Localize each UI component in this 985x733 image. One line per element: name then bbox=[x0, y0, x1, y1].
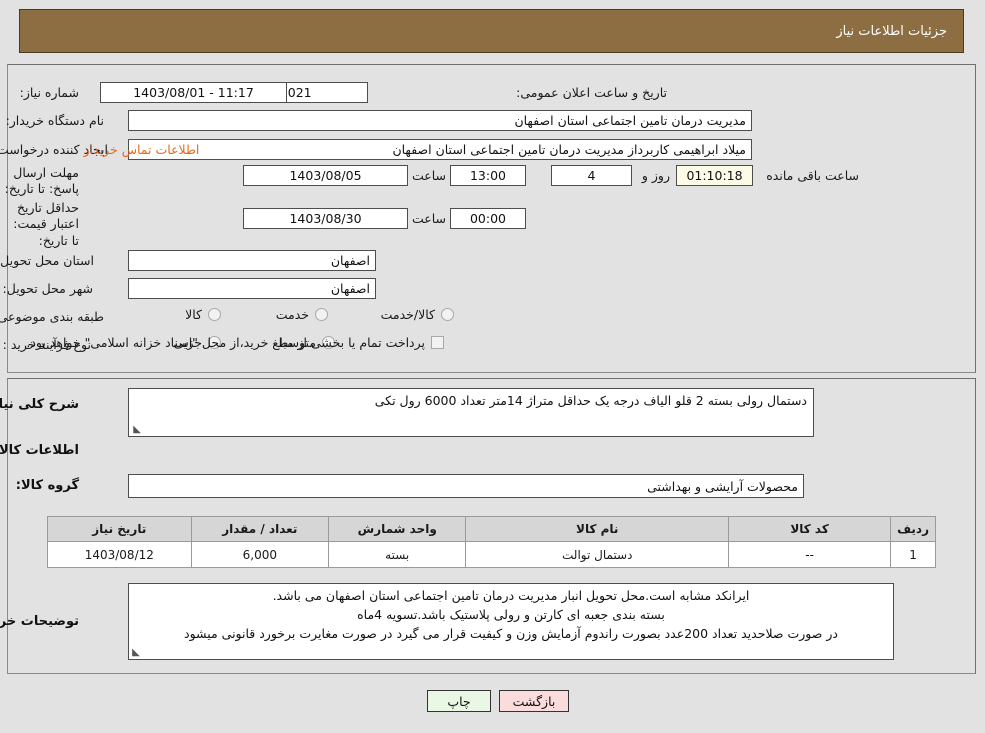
need-number-label: شماره نیاز: bbox=[20, 85, 80, 100]
col-qty: تعداد / مقدار bbox=[191, 516, 331, 542]
buyer-notes-textarea[interactable]: ایرانکد مشابه است.محل تحویل انبار مدیریت… bbox=[129, 583, 895, 660]
category-option-service[interactable]: خدمت bbox=[277, 307, 329, 322]
cell-name: دستمال توالت bbox=[466, 541, 731, 568]
deadline-hour-label: ساعت bbox=[412, 168, 447, 183]
col-code: کد کالا bbox=[729, 516, 893, 542]
deadline-time-field[interactable]: 13:00 bbox=[451, 165, 527, 186]
price-validity-date-field[interactable]: 1403/08/30 bbox=[244, 208, 409, 229]
deadline-label: مهلت ارسال پاسخ: تا تاریخ: bbox=[5, 165, 80, 197]
notes-line-1: ایرانکد مشابه است.محل تحویل انبار مدیریت… bbox=[273, 588, 751, 603]
group-field[interactable]: محصولات آرایشی و بهداشتی bbox=[129, 474, 805, 498]
province-label: استان محل تحویل: bbox=[0, 253, 95, 268]
remaining-suffix-label: ساعت باقی مانده bbox=[767, 168, 860, 183]
cell-qty: 6,000 bbox=[191, 541, 331, 568]
requester-field[interactable]: میلاد ابراهیمی کاربرداز مدیریت درمان تام… bbox=[129, 139, 753, 160]
province-field[interactable]: اصفهان bbox=[129, 250, 377, 271]
description-text: دستمال رولی بسته 2 قلو الیاف درجه یک حدا… bbox=[375, 393, 808, 408]
group-label: گروه کالا: bbox=[16, 478, 80, 493]
description-textarea[interactable]: دستمال رولی بسته 2 قلو الیاف درجه یک حدا… bbox=[129, 388, 815, 437]
category-option-goods-service-label: کالا/خدمت bbox=[381, 307, 436, 322]
deadline-date-field[interactable]: 1403/08/05 bbox=[244, 165, 409, 186]
buyer-org-label: نام دستگاه خریدار: bbox=[6, 113, 105, 128]
col-date: تاریخ نیاز bbox=[48, 516, 193, 542]
col-name: نام کالا bbox=[466, 516, 731, 542]
category-option-goods[interactable]: کالا bbox=[186, 307, 222, 322]
price-validity-time-field[interactable]: 00:00 bbox=[451, 208, 527, 229]
items-table: ردیف کد کالا نام کالا واحد شمارش تعداد /… bbox=[48, 516, 937, 568]
remaining-time-field: 01:10:18 bbox=[677, 165, 754, 186]
city-field[interactable]: اصفهان bbox=[129, 278, 377, 299]
items-section-title: اطلاعات کالاهای مورد نیاز bbox=[0, 443, 80, 458]
price-validity-label: حداقل تاریخ اعتبار قیمت: تا تاریخ: bbox=[14, 200, 80, 248]
treasury-checkbox-option[interactable]: پرداخت تمام یا بخشی از مبلغ خرید،از محل … bbox=[27, 335, 445, 350]
treasury-note-label: پرداخت تمام یا بخشی از مبلغ خرید،از محل … bbox=[27, 335, 426, 350]
cell-code: -- bbox=[729, 541, 893, 568]
cell-unit: بسته bbox=[328, 541, 468, 568]
radio-icon[interactable] bbox=[209, 308, 222, 321]
buyer-contact-link[interactable]: اطلاعات تماس خریدار bbox=[70, 142, 215, 157]
cell-index: 1 bbox=[891, 541, 937, 568]
category-label: طبقه بندی موضوعی: bbox=[0, 309, 105, 324]
col-index: ردیف bbox=[891, 516, 937, 542]
notes-line-3: در صورت صلاحدید تعداد 200عدد بصورت راندو… bbox=[185, 625, 839, 641]
cell-date: 1403/08/12 bbox=[48, 541, 193, 568]
radio-icon[interactable] bbox=[442, 308, 455, 321]
radio-icon[interactable] bbox=[316, 308, 329, 321]
table-header-row: ردیف کد کالا نام کالا واحد شمارش تعداد /… bbox=[48, 516, 937, 542]
table-row[interactable]: 1 -- دستمال توالت بسته 6,000 1403/08/12 bbox=[48, 541, 937, 568]
notes-label: توضیحات خریدار: bbox=[0, 614, 80, 629]
resize-grip-icon[interactable]: ◣ bbox=[132, 648, 142, 658]
price-validity-hour-label: ساعت bbox=[412, 211, 447, 226]
page-title-text: جزئیات اطلاعات نیاز bbox=[837, 23, 948, 39]
category-option-goods-service[interactable]: کالا/خدمت bbox=[382, 307, 455, 322]
page-root: AriaTender.net جزئیات اطلاعات نیاز شماره… bbox=[0, 0, 985, 733]
remaining-days-label: روز و bbox=[642, 168, 671, 183]
announce-label: تاریخ و ساعت اعلان عمومی: bbox=[517, 85, 668, 100]
notes-line-2: بسته بندی جعبه ای کارتن و رولی پلاستیک ب… bbox=[358, 606, 666, 622]
city-label: شهر محل تحویل: bbox=[3, 281, 94, 296]
resize-grip-icon[interactable]: ◣ bbox=[132, 425, 142, 435]
description-label: شرح کلی نیاز: bbox=[0, 397, 80, 412]
back-button[interactable]: بازگشت bbox=[500, 690, 570, 712]
col-unit: واحد شمارش bbox=[328, 516, 468, 542]
category-option-service-label: خدمت bbox=[276, 307, 310, 322]
remaining-days-field[interactable]: 4 bbox=[552, 165, 633, 186]
print-button[interactable]: چاپ bbox=[428, 690, 492, 712]
announce-datetime-field[interactable]: 11:17 - 1403/08/01 bbox=[101, 82, 288, 103]
checkbox-icon[interactable] bbox=[432, 336, 445, 349]
buyer-org-field[interactable]: مدیریت درمان تامین اجتماعی استان اصفهان bbox=[129, 110, 753, 131]
category-option-goods-label: کالا bbox=[186, 307, 203, 322]
page-title: جزئیات اطلاعات نیاز bbox=[20, 9, 965, 53]
